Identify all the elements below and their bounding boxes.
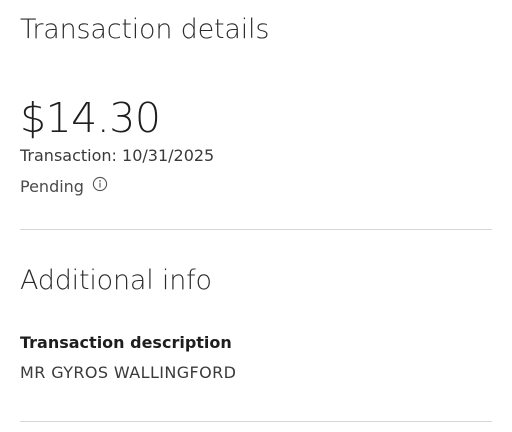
divider (20, 229, 492, 230)
status-label: Pending (20, 176, 84, 196)
description-label: Transaction description (20, 333, 232, 352)
description-value: MR GYROS WALLINGFORD (20, 363, 237, 382)
page-title: Transaction details (20, 14, 270, 45)
transaction-date: Transaction: 10/31/2025 (20, 146, 215, 165)
info-icon[interactable] (92, 176, 108, 192)
transaction-amount: $14.30 (20, 94, 161, 142)
transaction-details-page: Transaction details $14.30 Transaction: … (0, 0, 512, 432)
divider (20, 421, 492, 422)
status-row: Pending (20, 175, 108, 197)
section-title-additional-info: Additional info (20, 265, 212, 296)
info-icon-graphic (92, 176, 108, 192)
